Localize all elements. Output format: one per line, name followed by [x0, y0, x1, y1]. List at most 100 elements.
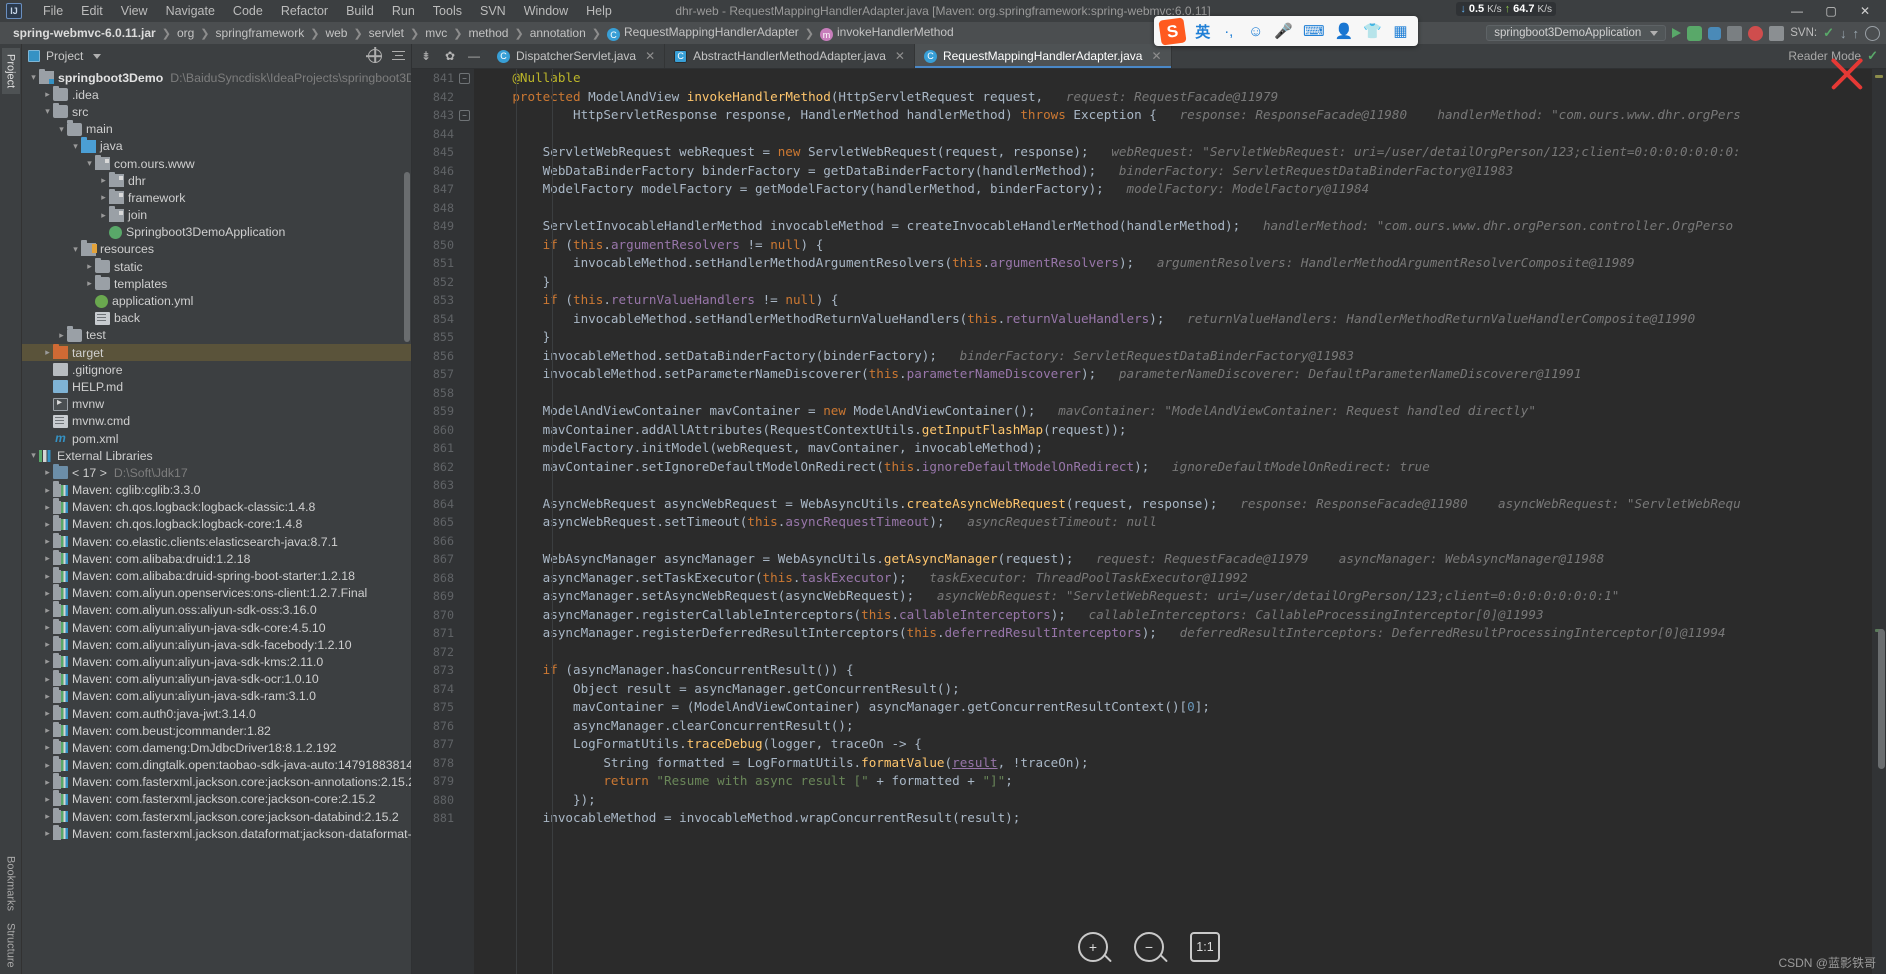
line-number[interactable]: 848: [412, 199, 474, 218]
tree-row[interactable]: Maven: com.beust:jcommander:1.82: [22, 721, 411, 739]
line-number[interactable]: 876: [412, 717, 474, 736]
breadcrumb-class[interactable]: C RequestMappingHandlerAdapter: [602, 25, 804, 42]
chevron-down-icon[interactable]: [70, 244, 81, 255]
ime-language-icon[interactable]: 英: [1195, 21, 1210, 42]
ime-keyboard-icon[interactable]: ⌨: [1303, 22, 1325, 40]
app-logo-icon[interactable]: IJ: [6, 3, 22, 19]
menu-item-run[interactable]: Run: [383, 2, 424, 20]
line-number[interactable]: 859: [412, 402, 474, 421]
editor-tab-0[interactable]: C DispatcherServlet.java ✕: [488, 44, 666, 68]
line-number[interactable]: 866: [412, 532, 474, 551]
chevron-right-icon[interactable]: [56, 330, 67, 341]
line-number[interactable]: 853: [412, 291, 474, 310]
line-number[interactable]: 875: [412, 698, 474, 717]
menu-item-navigate[interactable]: Navigate: [157, 2, 224, 20]
project-title-group[interactable]: Project: [28, 49, 102, 63]
chevron-right-icon[interactable]: [42, 622, 53, 633]
menu-item-refactor[interactable]: Refactor: [272, 2, 337, 20]
tree-row[interactable]: < 17 > D:\Soft\Jdk17: [22, 463, 411, 481]
line-number[interactable]: 849: [412, 217, 474, 236]
line-number[interactable]: 856: [412, 347, 474, 366]
line-number[interactable]: 868: [412, 569, 474, 588]
maximize-button[interactable]: ▢: [1814, 0, 1848, 22]
collapse-all-icon[interactable]: [392, 50, 405, 63]
ime-punctuation-icon[interactable]: ·,: [1220, 23, 1237, 40]
chevron-right-icon[interactable]: [42, 708, 53, 719]
tree-row[interactable]: Maven: com.aliyun:aliyun-java-sdk-ocr:1.…: [22, 670, 411, 688]
menu-item-window[interactable]: Window: [515, 2, 577, 20]
menu-item-svn[interactable]: SVN: [471, 2, 515, 20]
close-annotation-icon[interactable]: [1826, 52, 1868, 94]
tree-row[interactable]: mvnw: [22, 396, 411, 413]
line-number[interactable]: 873: [412, 661, 474, 680]
line-number[interactable]: 867: [412, 550, 474, 569]
project-tree[interactable]: springboot3Demo D:\BaiduSyncdisk\IdeaProj…: [22, 68, 411, 974]
line-number[interactable]: 869: [412, 587, 474, 606]
code-fold-icon[interactable]: −: [459, 110, 470, 121]
chevron-right-icon[interactable]: [84, 261, 95, 272]
sidebar-item-project[interactable]: Project: [1, 48, 20, 95]
menu-item-code[interactable]: Code: [224, 2, 272, 20]
menu-item-view[interactable]: View: [112, 2, 157, 20]
breadcrumb-item-3[interactable]: web: [320, 26, 352, 40]
chevron-right-icon[interactable]: [42, 519, 53, 530]
breadcrumb-item-6[interactable]: method: [463, 26, 513, 40]
line-number-gutter[interactable]: 841 842 843 844 845 846 847 848 849 850 851 852 853 8…: [412, 69, 474, 974]
chevron-right-icon[interactable]: [42, 553, 53, 564]
chevron-down-icon[interactable]: [42, 106, 53, 117]
ime-emoji-icon[interactable]: ☺: [1247, 23, 1264, 40]
run-configuration-selector[interactable]: springboot3DemoApplication: [1486, 25, 1667, 41]
zoom-reset-icon[interactable]: 1:1: [1190, 932, 1220, 962]
chevron-down-icon[interactable]: [84, 158, 95, 169]
line-number[interactable]: 847: [412, 180, 474, 199]
chevron-right-icon[interactable]: [84, 278, 95, 289]
chevron-right-icon[interactable]: [42, 828, 53, 839]
search-everywhere-icon[interactable]: [1769, 25, 1785, 41]
tree-row[interactable]: Maven: ch.qos.logback:logback-classic:1.…: [22, 498, 411, 516]
tree-row[interactable]: main: [22, 120, 411, 138]
line-number[interactable]: 845: [412, 143, 474, 162]
ime-toolbox-icon[interactable]: ▦: [1392, 22, 1409, 40]
breadcrumb-item-2[interactable]: springframework: [211, 26, 310, 40]
editor-tab-2[interactable]: C RequestMappingHandlerAdapter.java ✕: [914, 44, 1172, 68]
tree-row[interactable]: Maven: com.alibaba:druid-spring-boot-sta…: [22, 567, 411, 584]
error-stripe-markers[interactable]: [1872, 69, 1886, 974]
tree-row[interactable]: Maven: com.aliyun.oss:aliyun-sdk-oss:3.1…: [22, 601, 411, 619]
line-number[interactable]: 881: [412, 809, 474, 828]
tree-row[interactable]: m pom.xml: [22, 430, 411, 447]
tree-row[interactable]: Maven: com.fasterxml.jackson.core:jackso…: [22, 790, 411, 808]
chevron-right-icon[interactable]: [42, 485, 53, 496]
chevron-right-icon[interactable]: [42, 502, 53, 513]
editor-vertical-scrollbar[interactable]: [1878, 629, 1885, 769]
tree-row[interactable]: Springboot3DemoApplication: [22, 224, 411, 241]
chevron-down-icon[interactable]: [93, 53, 102, 59]
chevron-right-icon[interactable]: [42, 89, 53, 100]
tree-row[interactable]: External Libraries: [22, 447, 411, 464]
line-number[interactable]: 863: [412, 476, 474, 495]
tree-row[interactable]: Maven: com.dameng:DmJdbcDriver18:8.1.2.1…: [22, 738, 411, 756]
line-number[interactable]: 842: [412, 88, 474, 107]
tree-row[interactable]: application.yml: [22, 292, 411, 309]
chevron-right-icon[interactable]: [42, 777, 53, 788]
profiler-icon[interactable]: [1727, 25, 1743, 41]
tree-row[interactable]: Maven: com.fasterxml.jackson.core:jackso…: [22, 807, 411, 825]
chevron-down-icon[interactable]: [28, 72, 39, 83]
line-number[interactable]: 858: [412, 384, 474, 403]
sidebar-item-structure[interactable]: Structure: [2, 917, 20, 974]
tree-row[interactable]: Maven: com.aliyun:aliyun-java-sdk-ram:3.…: [22, 687, 411, 705]
tree-row[interactable]: Maven: com.auth0:java-jwt:3.14.0: [22, 704, 411, 722]
chevron-right-icon[interactable]: [42, 691, 53, 702]
svn-update-icon[interactable]: ↓: [1840, 26, 1847, 41]
line-number[interactable]: 865: [412, 513, 474, 532]
tree-row[interactable]: Maven: com.fasterxml.jackson.dataformat:…: [22, 824, 411, 842]
run-with-coverage-icon[interactable]: [1687, 25, 1703, 41]
chevron-right-icon[interactable]: [42, 605, 53, 616]
tree-row[interactable]: static: [22, 257, 411, 275]
line-number[interactable]: 857: [412, 365, 474, 384]
tree-row[interactable]: src: [22, 102, 411, 120]
chevron-right-icon[interactable]: [42, 639, 53, 650]
tree-row[interactable]: Maven: co.elastic.clients:elasticsearch-…: [22, 532, 411, 550]
tree-row[interactable]: framework: [22, 188, 411, 206]
line-number[interactable]: 844: [412, 125, 474, 144]
tree-row[interactable]: test: [22, 326, 411, 344]
